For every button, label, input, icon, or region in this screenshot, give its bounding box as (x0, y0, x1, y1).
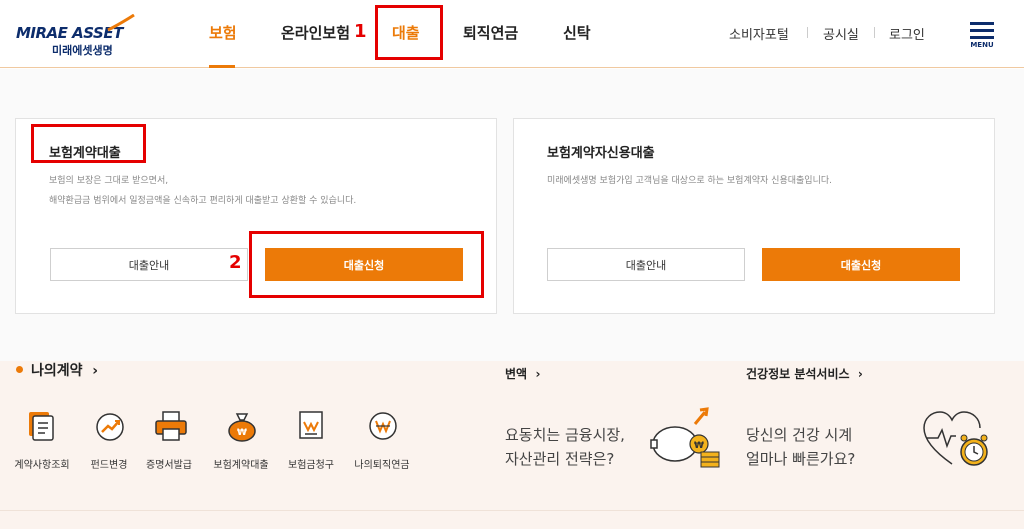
util-consumer-portal[interactable]: 소비자포털 (729, 24, 789, 43)
card-description-line: 해약환급금 범위에서 일정금액을 신속하고 편리하게 대출받고 상환할 수 있습… (49, 196, 357, 206)
my-contract-title[interactable]: 나의계약 › (31, 360, 98, 380)
printer-icon (155, 411, 187, 441)
annotation-number-1: 1 (354, 21, 367, 42)
promo-line: 요동치는 금융시장, (505, 426, 625, 444)
variable-promo-text[interactable]: 요동치는 금융시장, 자산관리 전략은? (505, 423, 625, 471)
promo-line: 자산관리 전략은? (505, 450, 615, 468)
quick-label: 나의퇴직연금 (354, 460, 410, 471)
loan-guide-button[interactable]: 대출안내 (50, 248, 248, 281)
variable-section-title-text: 변액 (505, 367, 528, 381)
card-description-line: 보험의 보장은 그대로 받으면서, (49, 176, 169, 186)
card-policyholder-credit-loan: 보험계약자신용대출 미래에셋생명 보험가입 고객님을 대상으로 하는 보험계약자… (513, 118, 995, 314)
card-title: 보험계약자신용대출 (547, 146, 655, 161)
document-icon (29, 412, 54, 441)
section-divider (0, 510, 1024, 511)
annotation-box-policy-loan-title (31, 124, 146, 163)
quick-label: 보험금청구 (288, 460, 334, 471)
logo-swoosh-icon (107, 14, 135, 32)
util-login[interactable]: 로그인 (889, 24, 925, 43)
fund-chart-icon (96, 413, 124, 441)
util-divider (807, 27, 808, 38)
util-divider (874, 27, 875, 38)
menu-button[interactable]: MENU (968, 22, 996, 50)
money-bag-icon: ₩ (228, 413, 256, 442)
svg-text:₩: ₩ (694, 441, 704, 451)
promo-line: 얼마나 빠른가요? (746, 450, 856, 468)
util-disclosure[interactable]: 공시실 (823, 24, 859, 43)
health-section-title[interactable]: 건강정보 분석서비스 › (746, 365, 863, 382)
annotation-box-loan-menu (375, 5, 443, 60)
claim-receipt-icon (299, 411, 323, 439)
quick-insurance-claim[interactable]: 보험금청구 (276, 410, 346, 480)
menu-bar (970, 22, 994, 25)
quick-contract-inquiry[interactable]: 계약사항조회 (7, 410, 77, 480)
nav-item-trust[interactable]: 신탁 (563, 22, 591, 43)
nav-item-retirement-pension[interactable]: 퇴직연금 (463, 22, 518, 43)
nav-active-indicator (209, 65, 235, 68)
my-contract-title-text: 나의계약 (31, 363, 83, 379)
quick-label: 보험계약대출 (213, 460, 269, 471)
nav-item-online-insurance[interactable]: 온라인보험 (281, 22, 350, 43)
card-description: 보험의 보장은 그대로 받으면서, 해약환급금 범위에서 일정금액을 신속하고 … (49, 171, 356, 211)
health-promo-text[interactable]: 당신의 건강 시계 얼마나 빠른가요? (746, 423, 855, 471)
card-description-line: 미래에셋생명 보험가입 고객님을 대상으로 하는 보험계약자 신용대출입니다. (547, 176, 832, 186)
bullet-dot (16, 366, 23, 373)
quick-my-retirement-pension[interactable]: 나의퇴직연금 (347, 410, 417, 480)
quick-policy-loan[interactable]: ₩ 보험계약대출 (206, 410, 276, 480)
card-description: 미래에셋생명 보험가입 고객님을 대상으로 하는 보험계약자 신용대출입니다. (547, 171, 832, 191)
loan-guide-button[interactable]: 대출안내 (547, 248, 745, 281)
annotation-number-2: 2 (229, 252, 242, 273)
logo-korean: 미래에셋생명 (52, 44, 113, 57)
loan-apply-button[interactable]: 대출신청 (762, 248, 960, 281)
site-header: MIRAE ASSET 미래에셋생명 보험 온라인보험 대출 퇴직연금 신탁 소… (0, 0, 1024, 68)
pension-coin-icon (369, 412, 397, 440)
health-section-title-text: 건강정보 분석서비스 (746, 367, 850, 381)
promo-line: 당신의 건강 시계 (746, 426, 853, 444)
svg-text:₩: ₩ (237, 428, 247, 438)
heart-clock-icon (923, 411, 988, 466)
menu-label: MENU (970, 41, 994, 49)
mirae-asset-logo[interactable]: MIRAE ASSET 미래에셋생명 (16, 14, 136, 57)
piggy-bank-icon: ₩ (650, 407, 720, 468)
menu-bar (970, 36, 994, 39)
quick-label: 계약사항조회 (14, 460, 70, 471)
quick-label: 증명서발급 (146, 460, 192, 471)
nav-item-insurance[interactable]: 보험 (209, 22, 237, 43)
variable-section-title[interactable]: 변액 › (505, 365, 540, 382)
menu-bar (970, 29, 994, 32)
quick-certificate-issue[interactable]: 증명서발급 (134, 410, 204, 480)
annotation-box-apply-button (249, 231, 484, 298)
